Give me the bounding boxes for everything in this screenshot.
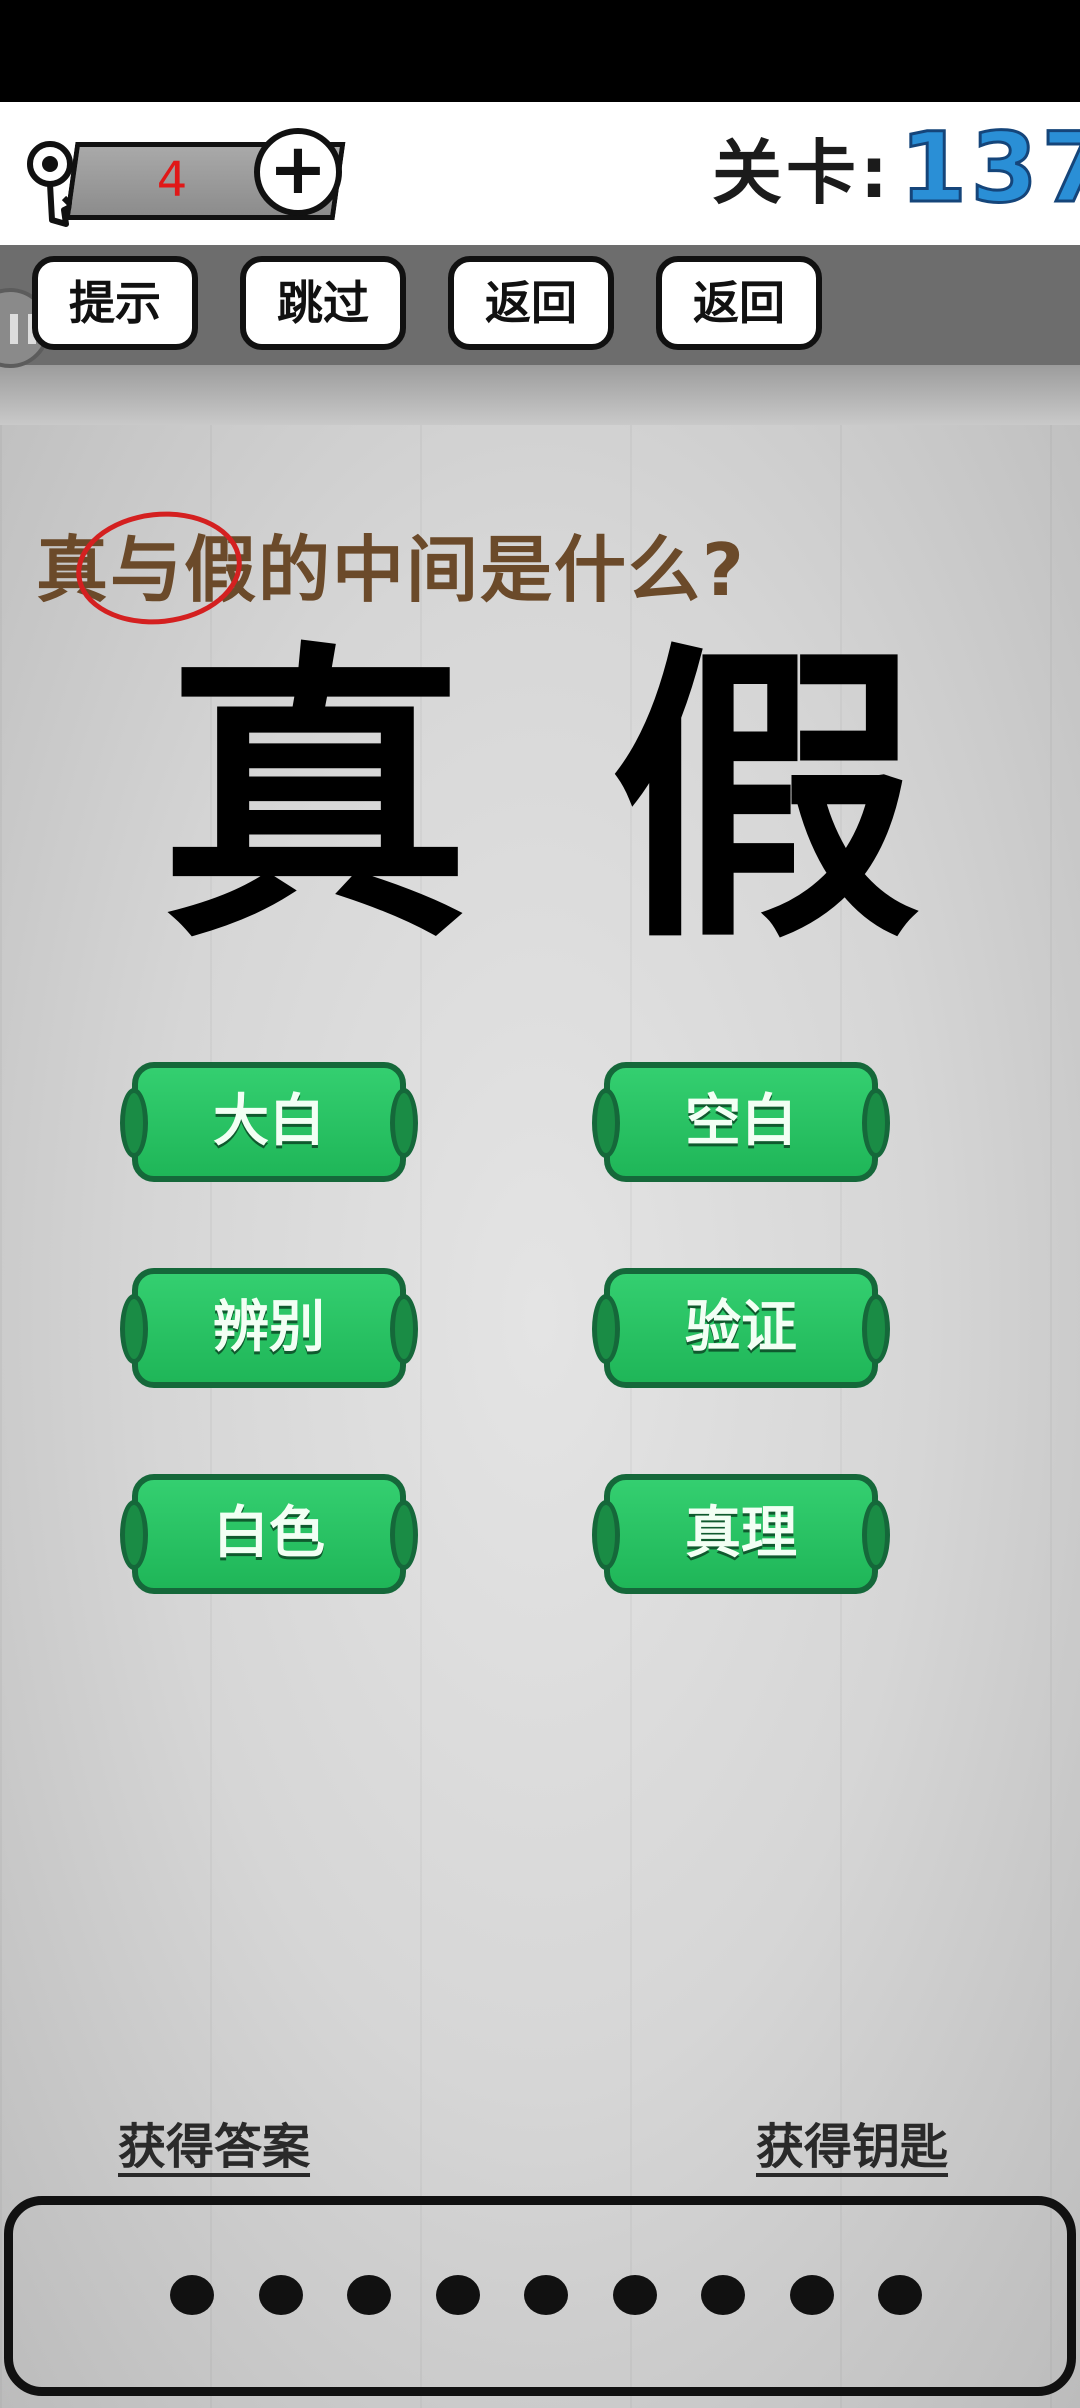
add-keys-button[interactable]: + [254, 128, 342, 216]
puzzle-char-true[interactable]: 真 [160, 640, 470, 960]
option-label: 真理 [685, 1501, 797, 1566]
hint-button[interactable]: 提示 [32, 256, 198, 350]
option-label: 辨别 [213, 1295, 325, 1360]
answer-slot [435, 2275, 480, 2315]
answer-slot [612, 2275, 657, 2315]
toolbar-shadow [0, 365, 1080, 425]
answer-slot [524, 2275, 568, 2315]
option-button[interactable]: 空白 [592, 1058, 890, 1188]
option-button[interactable]: 辨别 [120, 1264, 418, 1394]
answer-slot [789, 2275, 834, 2315]
answer-slot [258, 2275, 303, 2315]
back-button-2[interactable]: 返回 [656, 256, 822, 350]
get-key-link[interactable]: 获得钥匙 [756, 2112, 948, 2182]
back-button[interactable]: 返回 [448, 256, 614, 350]
option-button[interactable]: 真理 [592, 1470, 890, 1600]
option-label: 白色 [213, 1501, 325, 1566]
option-button[interactable]: 验证 [592, 1264, 890, 1394]
option-button[interactable]: 白色 [120, 1470, 418, 1600]
skip-button[interactable]: 跳过 [240, 256, 406, 350]
option-button[interactable]: 大白 [120, 1058, 418, 1188]
status-bar [0, 0, 1080, 102]
answer-slot [170, 2275, 214, 2315]
answer-slot [347, 2275, 391, 2315]
option-label: 大白 [213, 1089, 325, 1154]
key-counter: 4 + [22, 128, 352, 228]
answer-slot [878, 2275, 922, 2315]
get-answer-link[interactable]: 获得答案 [118, 2112, 310, 2182]
level-number: 137 [898, 112, 1080, 224]
level-label: 关卡: [712, 132, 892, 214]
answer-slot [701, 2275, 745, 2315]
key-count: 4 [156, 152, 188, 208]
option-label: 验证 [685, 1295, 797, 1360]
puzzle-char-false[interactable]: 假 [610, 640, 920, 960]
option-label: 空白 [685, 1089, 797, 1154]
